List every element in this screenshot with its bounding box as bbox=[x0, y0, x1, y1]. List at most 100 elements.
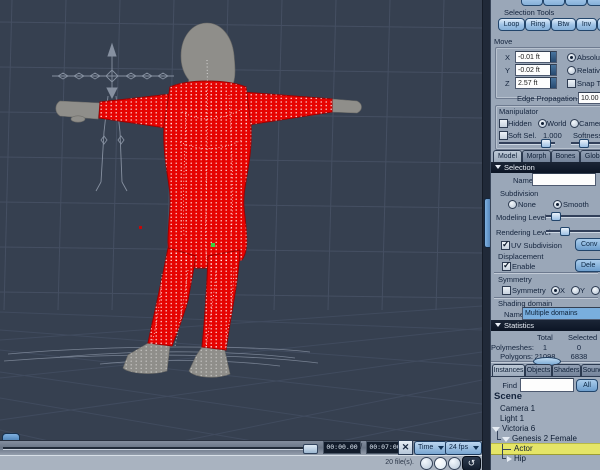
relative-radio[interactable] bbox=[567, 66, 576, 75]
find-input[interactable] bbox=[520, 378, 574, 392]
status-circle-button-2[interactable] bbox=[434, 457, 447, 470]
z-stepper[interactable] bbox=[550, 78, 556, 88]
top-cut-button-4[interactable] bbox=[587, 0, 600, 6]
fps-dropdown[interactable]: 24 fps bbox=[445, 441, 482, 455]
manipulator-title: Manipulator bbox=[499, 107, 539, 116]
tab-bones[interactable]: Bones bbox=[551, 150, 580, 162]
subdivision-none-radio[interactable] bbox=[508, 200, 517, 209]
vertex-dots-overlay bbox=[99, 81, 332, 378]
slider-groove bbox=[546, 230, 600, 232]
stats-polygons-selected: 6838 bbox=[570, 352, 588, 361]
tree-connector bbox=[502, 458, 506, 459]
y-coordinate-field[interactable]: -0.02 ft bbox=[515, 64, 557, 76]
snap-to-grid-label: Snap To Grid bbox=[577, 79, 600, 88]
top-cut-button-2[interactable] bbox=[543, 0, 565, 6]
subdivision-smooth-radio[interactable] bbox=[553, 200, 562, 209]
y-stepper[interactable] bbox=[550, 65, 556, 75]
snap-to-grid-checkbox[interactable] bbox=[567, 79, 576, 88]
expand-down-icon[interactable] bbox=[492, 427, 500, 432]
slider-thumb[interactable] bbox=[560, 227, 570, 236]
softness-slider[interactable] bbox=[571, 139, 600, 148]
convert-button[interactable]: Conv bbox=[575, 238, 600, 251]
symmetry-label: Symmetry bbox=[512, 286, 546, 295]
displacement-enable-checkbox[interactable] bbox=[502, 260, 511, 271]
top-cut-button-1[interactable] bbox=[521, 0, 543, 6]
tree-item-camera[interactable]: Camera 1 bbox=[491, 404, 600, 414]
timeline-track[interactable] bbox=[3, 447, 303, 449]
slider-thumb[interactable] bbox=[551, 212, 561, 221]
divider bbox=[494, 297, 598, 298]
shading-domain-dropdown[interactable]: Multiple domains bbox=[522, 307, 600, 320]
slider-thumb[interactable] bbox=[541, 139, 551, 148]
invert-button[interactable]: Inv bbox=[576, 18, 597, 31]
between-button[interactable]: Btw bbox=[551, 18, 576, 31]
uv-subdivision-label: UV Subdivision bbox=[511, 241, 562, 250]
absolute-radio[interactable] bbox=[567, 53, 576, 62]
name-input[interactable] bbox=[532, 173, 596, 186]
symmetry-title: Symmetry bbox=[498, 275, 532, 284]
current-time-field[interactable]: 00:00.00 bbox=[323, 441, 361, 454]
symmetry-z-radio[interactable] bbox=[591, 286, 600, 295]
x-stepper[interactable] bbox=[550, 52, 556, 62]
expand-down-icon[interactable] bbox=[502, 437, 510, 442]
world-label: World bbox=[547, 119, 567, 128]
tab-objects[interactable]: Objects bbox=[525, 364, 552, 376]
tree-item-victoria[interactable]: Victoria 6 bbox=[491, 424, 600, 434]
close-icon[interactable]: ✕ bbox=[398, 440, 413, 455]
absolute-label: Absolute bbox=[577, 53, 600, 62]
tab-instances[interactable]: Instances bbox=[492, 364, 525, 376]
subdivision-smooth-label: Smooth bbox=[563, 200, 589, 209]
edge-propagation-field[interactable]: 10.00 bbox=[578, 92, 600, 104]
tab-model[interactable]: Model bbox=[493, 150, 522, 162]
delete-button[interactable]: Dele bbox=[575, 259, 600, 272]
move-title: Move bbox=[494, 37, 513, 46]
tree-connector bbox=[497, 439, 501, 440]
loop-button[interactable]: Loop bbox=[498, 18, 525, 31]
tree-item-hip[interactable]: Hip bbox=[491, 453, 600, 464]
tree-item-light[interactable]: Light 1 bbox=[491, 414, 600, 424]
viewport-3d[interactable] bbox=[0, 0, 482, 440]
statistics-header-label: Statistics bbox=[504, 321, 535, 330]
tab-morph[interactable]: Morph bbox=[522, 150, 551, 162]
selection-section-header[interactable]: Selection bbox=[491, 162, 600, 173]
x-coordinate-value: -0.01 ft bbox=[518, 54, 540, 61]
hidden-checkbox[interactable] bbox=[499, 119, 508, 128]
status-circle-button-3[interactable] bbox=[448, 457, 461, 470]
slider-thumb[interactable] bbox=[579, 139, 589, 148]
world-radio[interactable] bbox=[538, 119, 547, 128]
all-button[interactable]: All bbox=[576, 379, 598, 392]
tree-item-label: Actor bbox=[514, 444, 533, 453]
rendering-level-label: Rendering Level bbox=[496, 228, 551, 237]
symmetry-checkbox[interactable] bbox=[502, 286, 511, 295]
modeling-level-slider[interactable] bbox=[546, 212, 600, 221]
stats-polymeshes-selected: 0 bbox=[576, 343, 582, 352]
tab-shaders[interactable]: Shaders bbox=[552, 364, 581, 376]
stats-row-polygons-label: Polygons: bbox=[500, 352, 533, 361]
top-cut-button-3[interactable] bbox=[565, 0, 587, 6]
displacement-enable-label: Enable bbox=[512, 262, 536, 271]
tab-sounds[interactable]: Sounds bbox=[581, 364, 600, 376]
symmetry-y-radio[interactable] bbox=[571, 286, 580, 295]
tab-global[interactable]: Global bbox=[580, 150, 600, 162]
time-separator: / bbox=[360, 442, 363, 451]
edge-propagation-label: Edge Propagation bbox=[517, 94, 578, 103]
camera-radio[interactable] bbox=[570, 119, 579, 128]
rendering-level-slider[interactable] bbox=[546, 227, 600, 236]
floor-grid-lines bbox=[0, 305, 482, 440]
tree-item-label: Light 1 bbox=[500, 414, 525, 423]
stats-polymeshes-total: 1 bbox=[542, 343, 548, 352]
x-coordinate-field[interactable]: -0.01 ft bbox=[515, 51, 557, 63]
status-circle-button-1[interactable] bbox=[420, 457, 433, 470]
stats-row-polymeshes-label: Polymeshes: bbox=[491, 343, 534, 352]
undo-icon[interactable]: ↺ bbox=[462, 456, 481, 470]
ring-button[interactable]: Ring bbox=[525, 18, 551, 31]
uv-subdivision-checkbox[interactable] bbox=[501, 239, 510, 250]
timeline-handle[interactable] bbox=[303, 444, 318, 454]
statistics-section-header[interactable]: Statistics bbox=[491, 320, 600, 331]
time-mode-dropdown[interactable]: Time bbox=[414, 441, 447, 455]
symmetry-x-radio[interactable] bbox=[551, 286, 560, 295]
selection-tools-title: Selection Tools bbox=[504, 8, 555, 17]
soft-selection-slider[interactable] bbox=[499, 139, 555, 148]
expand-right-icon[interactable] bbox=[507, 456, 512, 462]
z-coordinate-field[interactable]: 2.57 ft bbox=[515, 77, 557, 89]
